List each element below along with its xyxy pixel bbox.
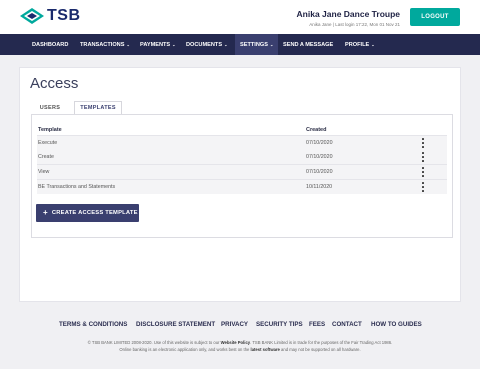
column-header-created: Created [306,127,327,133]
template-name: Create [38,154,54,160]
nav-label: TRANSACTIONS [80,41,125,48]
nav-payments[interactable]: PAYMENTS ⌄ [135,34,181,55]
table-row[interactable]: BE Transactions and Statements 10/11/202… [37,180,447,194]
latest-software-link[interactable]: latest software [251,347,280,352]
templates-panel: Template Created Execute 07/10/2020 Crea… [31,114,453,238]
nav-documents[interactable]: DOCUMENTS ⌄ [181,34,232,55]
table-row[interactable]: Execute 07/10/2020 [37,136,447,150]
tsb-logo[interactable]: TSB [20,7,82,25]
footer-link-disclosure[interactable]: DISCLOSURE STATEMENT [136,321,215,328]
nav-label: DASHBOARD [32,41,69,48]
nav-send-message[interactable]: SEND A MESSAGE [278,34,338,55]
nav-label: PROFILE [345,41,370,48]
create-button-label: CREATE ACCESS TEMPLATE [51,210,138,216]
nav-profile[interactable]: PROFILE ⌄ [340,34,380,55]
tab-users[interactable]: USERS [31,101,69,114]
tsb-logo-mark-icon [20,8,44,24]
template-name: BE Transactions and Statements [38,184,116,190]
chevron-down-icon: ⌄ [269,42,274,47]
more-options-icon[interactable] [420,182,426,192]
more-options-icon[interactable] [420,138,426,148]
created-date: 07/10/2020 [306,169,333,175]
main-navigation: DASHBOARD TRANSACTIONS ⌄ PAYMENTS ⌄ DOCUME… [0,34,480,55]
logo-wordmark: TSB [47,7,81,24]
created-date: 10/11/2020 [306,184,333,190]
software-note: and may not be supported on all hardware… [279,347,361,352]
created-date: 07/10/2020 [306,154,333,160]
account-name: Anika Jane Dance Troupe [296,9,400,19]
column-header-template: Template [38,127,62,133]
nav-dashboard[interactable]: DASHBOARD [27,34,73,55]
logout-button[interactable]: LOGOUT [410,8,460,26]
nav-transactions[interactable]: TRANSACTIONS ⌄ [75,34,135,55]
nav-label: SETTINGS [240,41,268,48]
nav-label: DOCUMENTS [186,41,223,48]
chevron-down-icon: ⌄ [224,42,228,47]
nav-label: SEND A MESSAGE [283,41,334,48]
footer-link-contact[interactable]: CONTACT [332,321,362,328]
last-login-info: Anika Jane | Last login 17:22, Mon 01 No… [309,22,400,27]
chevron-down-icon: ⌄ [371,42,375,47]
footer-link-security-tips[interactable]: SECURITY TIPS [256,321,303,328]
template-name: View [38,169,50,175]
footer-link-terms[interactable]: TERMS & CONDITIONS [59,321,127,328]
nav-label: PAYMENTS [140,41,171,48]
software-note: Online banking is an electronic applicat… [119,347,251,352]
template-name: Execute [38,140,58,146]
page-title: Access [30,75,79,92]
copyright-line-2: Online banking is an electronic applicat… [0,347,480,352]
footer-link-fees[interactable]: FEES [309,321,325,328]
plus-icon: + [43,208,48,217]
more-options-icon[interactable] [420,167,426,177]
footer-link-how-to-guides[interactable]: HOW TO GUIDES [371,321,422,328]
top-header: TSB Anika Jane Dance Troupe Anika Jane |… [0,0,480,34]
table-row[interactable]: Create 07/10/2020 [37,150,447,164]
website-policy-link[interactable]: Website Policy [221,340,250,345]
nav-settings[interactable]: SETTINGS ⌄ [235,34,278,55]
create-access-template-button[interactable]: + CREATE ACCESS TEMPLATE [36,204,139,222]
copyright-text: © TSB BANK LIMITED 2008-2020. Use of thi… [87,340,221,345]
created-date: 07/10/2020 [306,140,333,146]
table-row[interactable]: View 07/10/2020 [37,165,447,179]
tab-templates[interactable]: TEMPLATES [74,101,122,114]
chevron-down-icon: ⌄ [172,42,176,47]
more-options-icon[interactable] [420,152,426,162]
copyright-line-1: © TSB BANK LIMITED 2008-2020. Use of thi… [0,340,480,345]
footer-links: TERMS & CONDITIONS DISCLOSURE STATEMENT … [0,321,480,331]
access-card: Access USERS TEMPLATES Template Created … [19,67,461,302]
footer-link-privacy[interactable]: PRIVACY [221,321,248,328]
chevron-down-icon: ⌄ [126,42,130,47]
copyright-text: . TSB BANK Limited is in trade for the p… [250,340,393,345]
